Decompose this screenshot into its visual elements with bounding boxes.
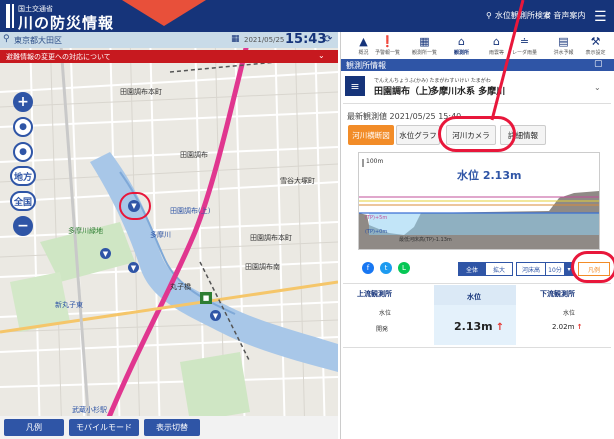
callout-line	[490, 0, 525, 121]
